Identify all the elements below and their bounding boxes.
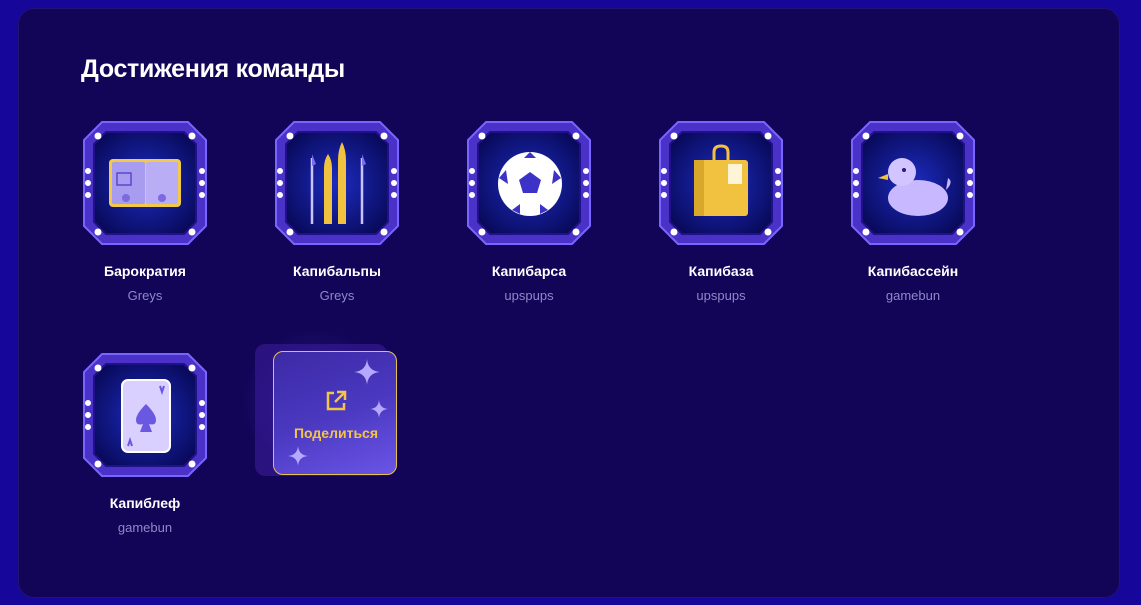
achievement-badge: [82, 352, 208, 478]
passport-icon: [109, 159, 181, 207]
share-label: Поделиться: [293, 425, 379, 441]
achievement-badge: [658, 120, 784, 246]
share-button[interactable]: Поделиться: [273, 351, 397, 475]
ace-of-spades-card-icon: [121, 379, 171, 453]
achievement-author: Greys: [127, 288, 163, 303]
achievement-name: Барократия: [104, 263, 186, 279]
sparkle-icon: [370, 400, 388, 418]
achievement-author: gamebun: [885, 288, 941, 303]
achievement-name: Капибарса: [491, 263, 567, 279]
achievement-name: Капибаза: [688, 263, 754, 279]
achievement-author: upspups: [696, 288, 746, 303]
sparkle-icon: [288, 446, 308, 466]
achievement-badge: [466, 120, 592, 246]
achievement-badge: [82, 120, 208, 246]
achievement-author: gamebun: [117, 520, 173, 535]
share-external-icon: [326, 390, 347, 411]
achievement-name: Капибассейн: [867, 263, 959, 279]
achievement-badge: [274, 120, 400, 246]
achievement-name: Капибальпы: [293, 263, 381, 279]
sparkle-icon: [354, 359, 380, 385]
achievements-grid: Барократия Greys Капибальпы Greys Капиба…: [0, 0, 1141, 605]
soccer-ball-icon: [498, 152, 562, 216]
achievement-author: Greys: [319, 288, 355, 303]
achievement-name: Капиблеф: [109, 495, 181, 511]
achievement-author: upspups: [504, 288, 554, 303]
share-card[interactable]: Поделиться: [241, 328, 397, 476]
achievement-badge: [850, 120, 976, 246]
